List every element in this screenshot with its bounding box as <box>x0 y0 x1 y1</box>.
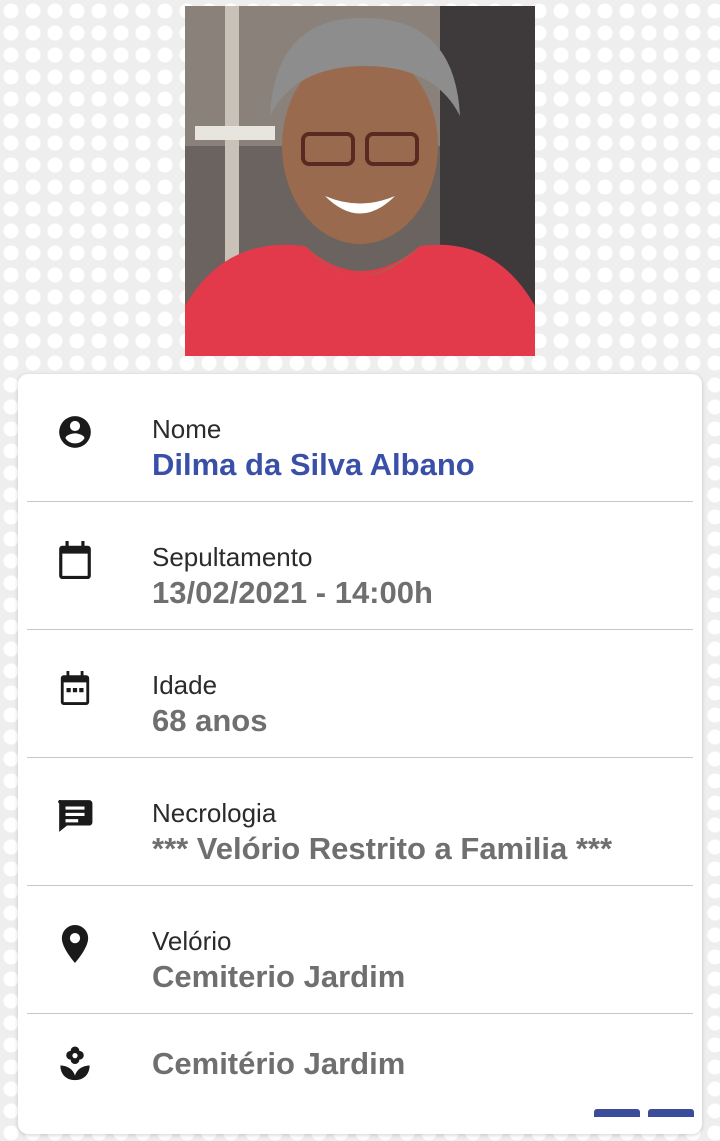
info-card: Nome Dilma da Silva Albano Sepultamento … <box>18 374 702 1134</box>
deceased-photo <box>185 6 535 356</box>
row-sepultamento: Sepultamento 13/02/2021 - 14:00h <box>27 502 693 630</box>
row-idade: Idade 68 anos <box>27 630 693 758</box>
map-marker-icon <box>55 924 95 964</box>
field-value-cemiterio: Cemitério Jardim <box>152 1046 406 1081</box>
calendar-icon <box>55 540 95 580</box>
action-button[interactable] <box>594 1109 640 1117</box>
row-necrologia: Necrologia *** Velório Restrito a Famili… <box>27 758 693 886</box>
field-label: Sepultamento <box>152 542 313 572</box>
calendar-dots-icon <box>55 668 95 708</box>
row-nome: Nome Dilma da Silva Albano <box>27 374 693 502</box>
field-value-necrologia: *** Velório Restrito a Familia *** <box>152 831 613 866</box>
field-value-sepultamento: 13/02/2021 - 14:00h <box>152 575 433 610</box>
row-velorio: Velório Cemiterio Jardim <box>27 886 693 1014</box>
flower-icon <box>55 1044 95 1084</box>
account-circle-icon <box>55 412 95 452</box>
field-label: Nome <box>152 414 222 444</box>
action-button[interactable] <box>648 1109 694 1117</box>
bottom-action-buttons <box>594 1104 702 1122</box>
field-value-idade: 68 anos <box>152 703 268 738</box>
field-value-nome: Dilma da Silva Albano <box>152 447 475 482</box>
field-value-velorio: Cemiterio Jardim <box>152 959 406 994</box>
field-label: Necrologia <box>152 798 277 828</box>
portrait-image <box>185 6 535 356</box>
comment-icon <box>55 796 95 836</box>
field-label: Velório <box>152 926 232 956</box>
field-label: Idade <box>152 670 218 700</box>
